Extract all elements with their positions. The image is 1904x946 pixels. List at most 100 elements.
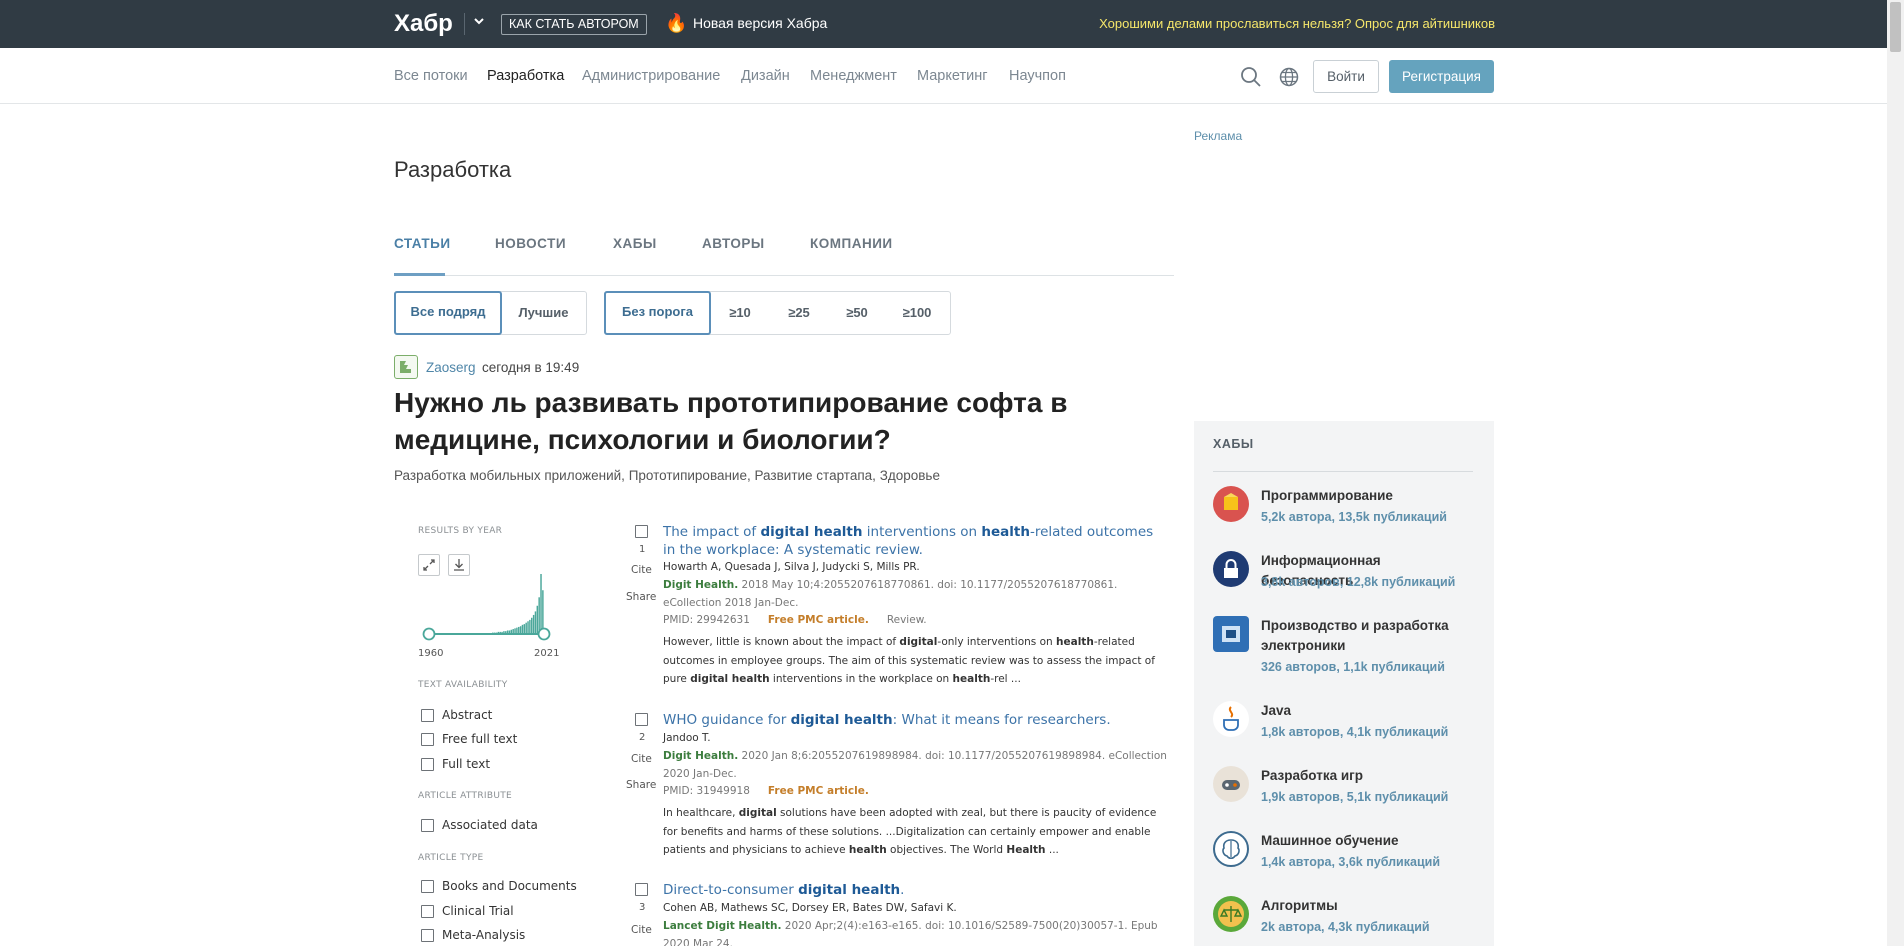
- nav-item-management[interactable]: Менеджмент: [810, 68, 897, 84]
- filter-label: Clinical Trial: [442, 904, 514, 918]
- year-bar: [532, 614, 535, 634]
- chevron-down-icon[interactable]: [472, 14, 486, 28]
- hub-name: Разработка игр: [1261, 768, 1364, 783]
- results-by-year-label: RESULTS BY YEAR: [418, 526, 503, 536]
- result-title[interactable]: Direct-to-consumer digital health.: [663, 881, 1163, 899]
- year-bar: [531, 617, 533, 634]
- author-link[interactable]: Zaoserg: [426, 360, 476, 375]
- result-checkbox[interactable]: [635, 713, 648, 726]
- login-button[interactable]: Войти: [1313, 60, 1379, 93]
- tab-companies[interactable]: КОМПАНИИ: [810, 236, 893, 251]
- fire-icon: 🔥: [665, 13, 688, 33]
- result-authors: Howarth A, Quesada J, Silva J, Judycki S…: [663, 561, 920, 573]
- hub-name: Программирование: [1261, 488, 1393, 503]
- habr-logo[interactable]: Хабр: [394, 10, 453, 38]
- cite-button[interactable]: Cite: [631, 564, 652, 576]
- nav-item-all-flows[interactable]: Все потоки: [394, 68, 468, 84]
- page-scrollbar[interactable]: [1887, 0, 1904, 946]
- share-button[interactable]: Share: [626, 779, 656, 791]
- range-end-handle[interactable]: [537, 627, 551, 641]
- hub-name: Алгоритмы: [1261, 898, 1338, 913]
- tab-articles[interactable]: СТАТЬИ: [394, 236, 451, 251]
- ad-label[interactable]: Реклама: [1194, 129, 1242, 143]
- become-author-button[interactable]: КАК СТАТЬ АВТОРОМ: [501, 14, 647, 35]
- result-citation: Digit Health. 2020 Jan 8;6:2055207619898…: [663, 750, 1167, 780]
- filter-50[interactable]: ≥50: [828, 292, 886, 334]
- post-hub-link[interactable]: Прототипирование,: [629, 468, 751, 483]
- filter-best[interactable]: Лучшие: [501, 292, 586, 334]
- share-button[interactable]: Share: [626, 591, 656, 603]
- year-bar: [534, 611, 537, 634]
- result-checkbox[interactable]: [635, 525, 648, 538]
- post-hub-link[interactable]: Разработка мобильных приложений,: [394, 468, 625, 483]
- new-version-link[interactable]: Новая версия Хабра: [693, 15, 827, 31]
- filter-10[interactable]: ≥10: [710, 292, 770, 334]
- threshold-filter: Без порога ≥10 ≥25 ≥50 ≥100: [604, 291, 951, 335]
- year-bar: [529, 619, 531, 634]
- free-full-text-checkbox[interactable]: [421, 733, 434, 746]
- hub-stats: 5,2k автора, 13,5k публикаций: [1261, 510, 1447, 524]
- hub-name: Производство и разработка электроники: [1261, 618, 1449, 653]
- tab-hubs[interactable]: ХАБЫ: [613, 236, 657, 251]
- hub-stats: 3,8k авторов, 12,8k публикаций: [1261, 575, 1456, 589]
- flows-nav: Все потоки Разработка Администрирование …: [0, 48, 1904, 104]
- search-icon[interactable]: [1240, 66, 1262, 88]
- result-number: 1: [639, 544, 646, 555]
- sort-filter: Все подряд Лучшие: [394, 291, 587, 335]
- globe-icon[interactable]: [1278, 66, 1300, 88]
- scales-icon: [1213, 896, 1249, 932]
- year-bar: [518, 626, 520, 634]
- filter-label: Books and Documents: [442, 879, 577, 893]
- result-checkbox[interactable]: [635, 883, 648, 896]
- associated-data-checkbox[interactable]: [421, 819, 434, 832]
- filter-label: Free full text: [442, 732, 518, 746]
- cite-button[interactable]: Cite: [631, 924, 652, 936]
- gamepad-icon: [1213, 766, 1249, 802]
- result-number: 3: [639, 902, 646, 913]
- hub-stats: 1,9k авторов, 5,1k публикаций: [1261, 790, 1449, 804]
- filter-label: Associated data: [442, 818, 538, 832]
- result-title[interactable]: The impact of digital health interventio…: [663, 523, 1163, 559]
- year-bar: [527, 621, 529, 634]
- range-start-handle[interactable]: [422, 627, 436, 641]
- books-documents-checkbox[interactable]: [421, 880, 434, 893]
- nav-item-popsci[interactable]: Научпоп: [1009, 68, 1066, 84]
- hubs-sidebar: ХАБЫ Программирование 5,2k автора, 13,5k…: [1194, 421, 1494, 946]
- register-button[interactable]: Регистрация: [1389, 60, 1494, 93]
- year-bar: [521, 624, 524, 634]
- nav-item-administration[interactable]: Администрирование: [582, 68, 720, 84]
- result-citation: Digit Health. 2018 May 10;4:205520761877…: [663, 579, 1118, 609]
- hub-stats: 1,4k автора, 3,6k публикаций: [1261, 855, 1440, 869]
- results-by-year-chart[interactable]: [418, 571, 554, 643]
- hub-stats: 326 авторов, 1,1k публикаций: [1261, 660, 1445, 674]
- filter-100[interactable]: ≥100: [886, 292, 948, 334]
- divider: [464, 13, 465, 35]
- promo-link[interactable]: Хорошими делами прославиться нельзя? Опр…: [1099, 16, 1495, 31]
- hubs-heading: ХАБЫ: [1213, 437, 1254, 451]
- clinical-trial-checkbox[interactable]: [421, 905, 434, 918]
- article-title[interactable]: Нужно ль развивать прототипирование софт…: [394, 384, 1184, 458]
- article-image: RESULTS BY YEAR 1960 2021 TEXT AVAILABIL…: [394, 515, 1174, 946]
- filter-no-threshold[interactable]: Без порога: [604, 291, 711, 335]
- result-title[interactable]: WHO guidance for digital health: What it…: [663, 711, 1163, 729]
- filter-25[interactable]: ≥25: [770, 292, 828, 334]
- tab-authors[interactable]: АВТОРЫ: [702, 236, 765, 251]
- scrollbar-thumb[interactable]: [1890, 2, 1901, 52]
- cite-button[interactable]: Cite: [631, 753, 652, 765]
- result-pmid: PMID: 31949918 Free PMC article.: [663, 785, 869, 797]
- filter-all[interactable]: Все подряд: [394, 291, 502, 335]
- text-availability-label: TEXT AVAILABILITY: [418, 680, 508, 690]
- full-text-checkbox[interactable]: [421, 758, 434, 771]
- meta-analysis-checkbox[interactable]: [421, 929, 434, 942]
- year-bar: [523, 624, 526, 634]
- article-attribute-label: ARTICLE ATTRIBUTE: [418, 791, 513, 801]
- top-bar: Хабр КАК СТАТЬ АВТОРОМ 🔥 Новая версия Ха…: [0, 0, 1904, 48]
- nav-item-marketing[interactable]: Маркетинг: [917, 68, 988, 84]
- abstract-checkbox[interactable]: [421, 709, 434, 722]
- post-hub-link[interactable]: Развитие стартапа,: [755, 468, 876, 483]
- tab-news[interactable]: НОВОСТИ: [495, 236, 566, 251]
- post-hub-link[interactable]: Здоровье: [880, 468, 940, 483]
- nav-item-development[interactable]: Разработка: [487, 68, 564, 84]
- nav-item-design[interactable]: Дизайн: [741, 68, 790, 84]
- avatar[interactable]: [394, 355, 418, 379]
